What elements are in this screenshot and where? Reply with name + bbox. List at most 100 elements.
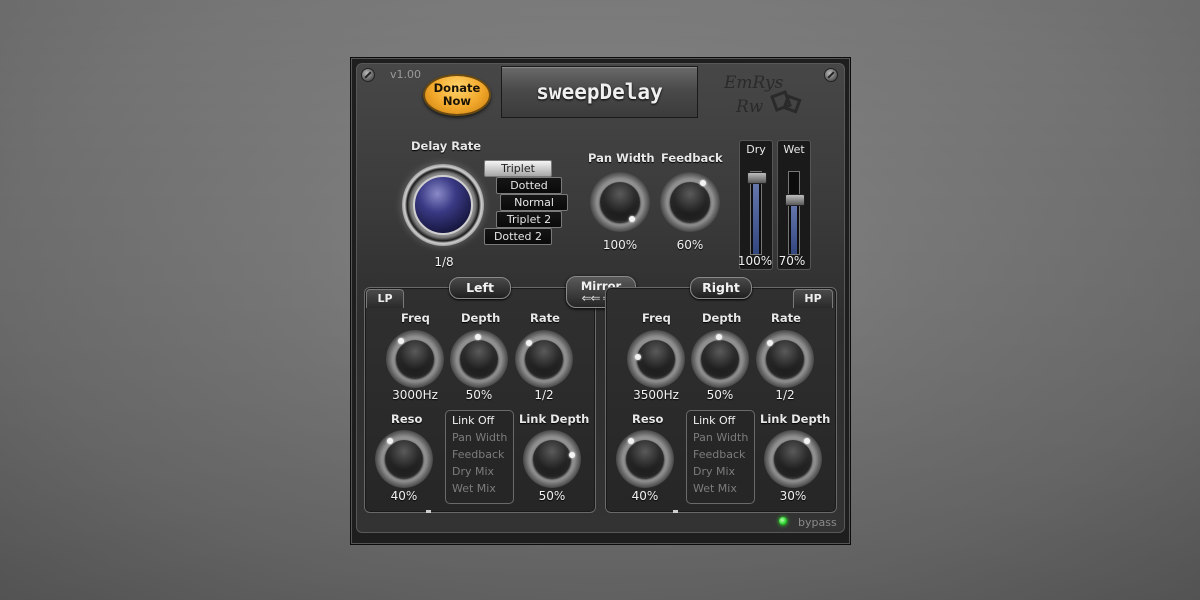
right-link-option-feedback[interactable]: Feedback [693,448,745,461]
screw-icon [361,68,375,82]
left-reso-knob[interactable] [375,430,433,488]
hp-filter-tag: HP [793,289,833,308]
feedback-value: 60% [676,238,704,252]
wet-fader-panel: Wet [777,140,811,270]
knob-indicator-dot [526,340,532,346]
left-depth-knob[interactable] [450,330,508,388]
knob-indicator-dot [635,354,641,360]
right-reso-label: Reso [632,412,664,426]
left-link-option-dry-mix[interactable]: Dry Mix [452,465,494,478]
left-rate-knob[interactable] [515,330,573,388]
dry-fader-track[interactable] [747,171,767,255]
knob-cap [385,440,423,478]
left-link-option-off[interactable]: Link Off [452,414,494,427]
left-rate-value: 1/2 [534,388,554,402]
wet-fader-handle[interactable] [785,194,805,206]
knob-cap [701,340,739,378]
left-link-option-pan-width[interactable]: Pan Width [452,431,507,444]
version-label: v1.00 [390,68,422,81]
right-link-depth-knob[interactable] [764,430,822,488]
left-freq-knob[interactable] [386,330,444,388]
rate-option-dotted-2[interactable]: Dotted 2 [484,228,552,245]
left-link-option-feedback[interactable]: Feedback [452,448,504,461]
rate-option-normal[interactable]: Normal [500,194,568,211]
rate-option-dotted[interactable]: Dotted [496,177,562,194]
knob-indicator-dot [716,334,722,340]
dry-fader-level [753,172,759,254]
dry-fader-handle[interactable] [747,172,767,184]
right-depth-knob[interactable] [691,330,749,388]
plugin-title: sweepDelay [536,80,663,104]
knob-indicator-dot [767,340,773,346]
knob-indicator-dot [700,180,706,186]
wet-fader-track[interactable] [785,171,805,255]
knob-indicator-dot [804,438,810,444]
knob-cap [626,440,664,478]
right-freq-value: 3500Hz [633,388,679,402]
rate-option-triplet-2[interactable]: Triplet 2 [496,211,562,228]
right-link-depth-value: 30% [779,489,807,503]
left-reso-value: 40% [390,489,418,503]
scroll-tick [673,510,678,513]
knob-cap [460,340,498,378]
right-channel-button[interactable]: Right [690,277,752,299]
knob-cap [670,182,710,222]
dry-fader-panel: Dry [739,140,773,270]
right-depth-value: 50% [706,388,734,402]
left-link-depth-knob[interactable] [523,430,581,488]
knob-cap [525,340,563,378]
feedback-label: Feedback [661,151,723,165]
knob-indicator-dot [475,334,481,340]
dry-label: Dry [746,143,766,156]
bypass-button[interactable]: bypass [798,516,837,529]
logo-text-line2: Rw [735,97,764,117]
logo-text-line1: EmRys [723,73,784,93]
knob-cap [774,440,812,478]
left-link-depth-value: 50% [538,489,566,503]
donate-button[interactable]: Donate Now [423,74,491,116]
delay-rate-value: 1/8 [434,255,454,269]
delay-rate-label: Delay Rate [411,139,482,153]
feedback-knob[interactable] [660,172,720,232]
left-link-depth-label: Link Depth [519,412,590,426]
right-link-option-dry-mix[interactable]: Dry Mix [693,465,735,478]
left-link-option-wet-mix[interactable]: Wet Mix [452,482,496,495]
right-link-option-wet-mix[interactable]: Wet Mix [693,482,737,495]
left-reso-label: Reso [391,412,423,426]
brand-logo: EmRys Rw [723,73,802,117]
donate-label-line2: Now [442,94,472,108]
right-depth-label: Depth [702,311,742,325]
right-freq-label: Freq [642,311,671,325]
bypass-led-icon [779,517,787,525]
right-link-selector: Link Off Pan Width Feedback Dry Mix Wet … [686,410,755,504]
right-rate-knob[interactable] [756,330,814,388]
lp-filter-tag: LP [366,289,404,308]
left-freq-label: Freq [401,311,430,325]
knob-cap [766,340,804,378]
pan-width-knob[interactable] [590,172,650,232]
right-link-depth-label: Link Depth [760,412,831,426]
delay-rate-selector: Triplet Dotted Normal Triplet 2 Dotted 2 [484,160,568,246]
dry-value: 100% [737,254,773,268]
left-link-selector: Link Off Pan Width Feedback Dry Mix Wet … [445,410,514,504]
screw-icon [824,68,838,82]
right-reso-knob[interactable] [616,430,674,488]
knob-indicator-dot [569,452,575,458]
pan-width-label: Pan Width [588,151,655,165]
knob-indicator-dot [628,438,634,444]
knob-indicator-dot [398,338,404,344]
right-freq-knob[interactable] [627,330,685,388]
knob-cap [533,440,571,478]
left-rate-label: Rate [530,311,560,325]
right-link-option-off[interactable]: Link Off [693,414,735,427]
right-link-option-pan-width[interactable]: Pan Width [693,431,748,444]
plugin-title-plate: sweepDelay [501,66,698,118]
delay-rate-knob[interactable] [402,164,484,246]
left-freq-value: 3000Hz [392,388,438,402]
wet-label: Wet [783,143,805,156]
left-channel-button[interactable]: Left [449,277,511,299]
wet-value: 70% [778,254,806,268]
rate-option-triplet[interactable]: Triplet [484,160,552,177]
knob-cap [396,340,434,378]
knob-cap [637,340,675,378]
